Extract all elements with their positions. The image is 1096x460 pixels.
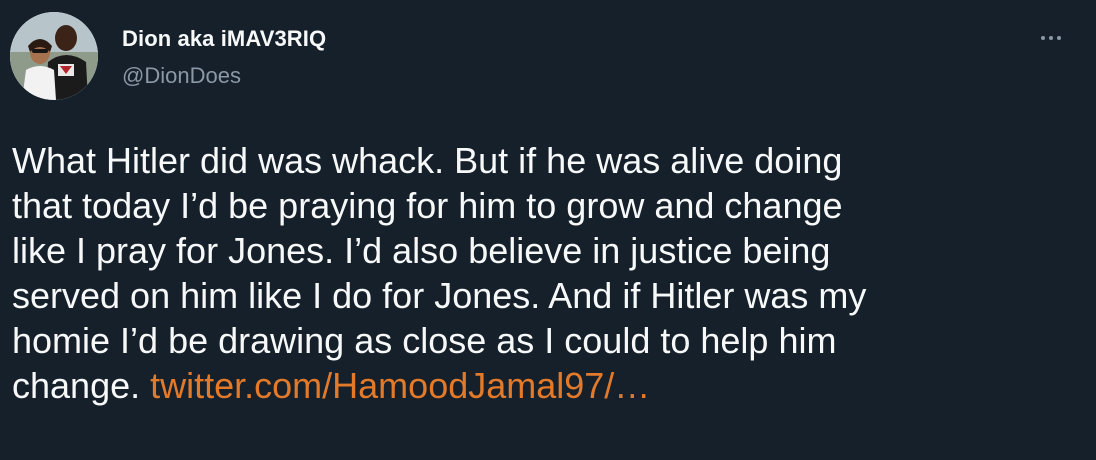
tweet-text-fragment: change. <box>12 365 141 406</box>
tweet-text-line: that today I’d be praying for him to gro… <box>12 185 843 226</box>
tweet-text-last-line: change. twitter.com/HamoodJamal97/… <box>12 363 1082 408</box>
profile-photo-icon <box>10 12 98 100</box>
tweet-card: Dion aka iMAV3RIQ @DionDoes What Hitler … <box>0 0 1096 460</box>
tweet-text-line: like I pray for Jones. I’d also believe … <box>12 230 831 271</box>
more-horizontal-icon <box>1041 36 1045 40</box>
tweet-text-line: What Hitler did was whack. But if he was… <box>12 140 843 181</box>
more-horizontal-icon <box>1057 36 1061 40</box>
tweet-link[interactable]: twitter.com/HamoodJamal97/… <box>150 365 650 406</box>
more-options-button[interactable] <box>1036 28 1066 48</box>
author-handle[interactable]: @DionDoes <box>122 63 241 89</box>
tweet-text-line: served on him like I do for Jones. And i… <box>12 275 867 316</box>
avatar[interactable] <box>10 12 98 100</box>
more-horizontal-icon <box>1049 36 1053 40</box>
tweet-text: What Hitler did was whack. But if he was… <box>12 138 1082 408</box>
tweet-text-line: homie I’d be drawing as close as I could… <box>12 320 837 361</box>
author-display-name[interactable]: Dion aka iMAV3RIQ <box>122 26 326 52</box>
